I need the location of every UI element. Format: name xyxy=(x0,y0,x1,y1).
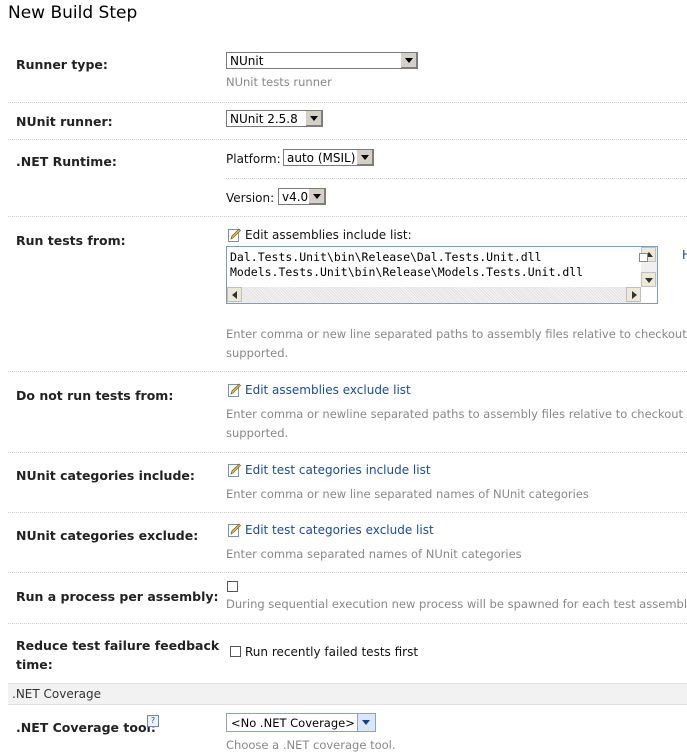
divider xyxy=(8,139,687,140)
scroll-left-icon[interactable] xyxy=(227,287,242,302)
do-not-run-label: Do not run tests from: xyxy=(16,388,174,403)
edit-icon xyxy=(228,523,241,537)
chevron-down-icon[interactable] xyxy=(357,714,375,731)
run-tests-desc-line2: supported. xyxy=(226,346,289,360)
edit-exclude-link[interactable]: Edit assemblies exclude list xyxy=(245,383,411,397)
process-per-assembly-desc: During sequential execution new process … xyxy=(226,597,687,611)
run-failed-first-checkbox[interactable] xyxy=(230,646,241,657)
textarea-resize-toggle[interactable] xyxy=(639,253,648,262)
textarea-line: Models.Tests.Unit\bin\Release\Models.Tes… xyxy=(230,265,584,279)
platform-value: auto (MSIL) xyxy=(287,151,356,165)
run-tests-desc-line1: Enter comma or new line separated paths … xyxy=(226,327,687,341)
assemblies-include-textarea[interactable]: Dal.Tests.Unit\bin\Release\Dal.Tests.Uni… xyxy=(226,246,658,304)
chevron-down-icon[interactable] xyxy=(305,111,322,126)
chevron-down-icon[interactable] xyxy=(356,150,373,165)
process-per-assembly-checkbox[interactable] xyxy=(227,581,238,592)
reduce-feedback-label-line1: Reduce test failure feedback xyxy=(16,638,220,653)
nunit-runner-select[interactable]: NUnit 2.5.8 xyxy=(226,110,323,127)
version-label: Version: xyxy=(226,191,275,205)
divider xyxy=(8,371,687,372)
categories-include-desc: Enter comma or new line separated names … xyxy=(226,487,589,501)
horizontal-scrollbar[interactable] xyxy=(227,287,641,303)
version-select[interactable]: v4.0 xyxy=(278,188,326,205)
coverage-section-title: .NET Coverage xyxy=(12,687,102,701)
edit-categories-include-link[interactable]: Edit test categories include list xyxy=(245,463,431,477)
runner-type-select[interactable]: NUnit xyxy=(226,52,418,69)
textarea-line: Dal.Tests.Unit\bin\Release\Dal.Tests.Uni… xyxy=(230,250,542,264)
platform-label: Platform: xyxy=(226,152,281,166)
help-icon[interactable]: ? xyxy=(147,715,159,727)
edit-icon xyxy=(228,383,241,397)
categories-exclude-desc: Enter comma separated names of NUnit cat… xyxy=(226,547,522,561)
divider xyxy=(8,452,687,453)
nunit-runner-value: NUnit 2.5.8 xyxy=(230,112,298,126)
do-not-run-desc-line1: Enter comma or newline separated paths t… xyxy=(226,407,687,421)
chevron-down-icon[interactable] xyxy=(400,53,417,68)
coverage-tool-select[interactable]: <No .NET Coverage> xyxy=(226,713,376,732)
edit-icon xyxy=(228,228,241,242)
categories-include-label: NUnit categories include: xyxy=(16,468,195,483)
coverage-section-header: .NET Coverage xyxy=(8,683,687,705)
process-per-assembly-label: Run a process per assembly: xyxy=(16,589,219,604)
divider xyxy=(8,572,687,573)
platform-select[interactable]: auto (MSIL) xyxy=(283,149,374,166)
edit-categories-exclude-link[interactable]: Edit test categories exclude list xyxy=(245,523,434,537)
runner-type-label: Runner type: xyxy=(16,57,108,72)
run-failed-first-label: Run recently failed tests first xyxy=(245,645,419,659)
page-title: New Build Step xyxy=(8,3,138,23)
divider xyxy=(8,623,687,624)
edit-include-label: Edit assemblies include list: xyxy=(245,228,412,242)
scroll-right-icon[interactable] xyxy=(626,287,641,302)
run-tests-from-label: Run tests from: xyxy=(16,233,126,248)
do-not-run-desc-line2: supported. xyxy=(226,426,289,440)
version-value: v4.0 xyxy=(282,190,309,204)
divider xyxy=(8,102,687,103)
coverage-tool-label: .NET Coverage tool: xyxy=(16,720,156,735)
chevron-down-icon[interactable] xyxy=(308,189,325,204)
net-runtime-label: .NET Runtime: xyxy=(16,154,117,169)
side-link[interactable]: H xyxy=(682,248,687,262)
divider xyxy=(8,512,687,513)
divider xyxy=(226,178,687,179)
runner-type-desc: NUnit tests runner xyxy=(226,75,332,89)
scroll-down-icon[interactable] xyxy=(641,272,656,287)
reduce-feedback-label-line2: time: xyxy=(16,657,53,672)
runner-type-value: NUnit xyxy=(230,54,264,68)
categories-exclude-label: NUnit categories exclude: xyxy=(16,528,199,543)
coverage-tool-desc: Choose a .NET coverage tool. xyxy=(226,738,396,752)
divider xyxy=(8,216,687,217)
nunit-runner-label: NUnit runner: xyxy=(16,114,113,129)
edit-icon xyxy=(228,463,241,477)
coverage-tool-value: <No .NET Coverage> xyxy=(231,716,355,730)
